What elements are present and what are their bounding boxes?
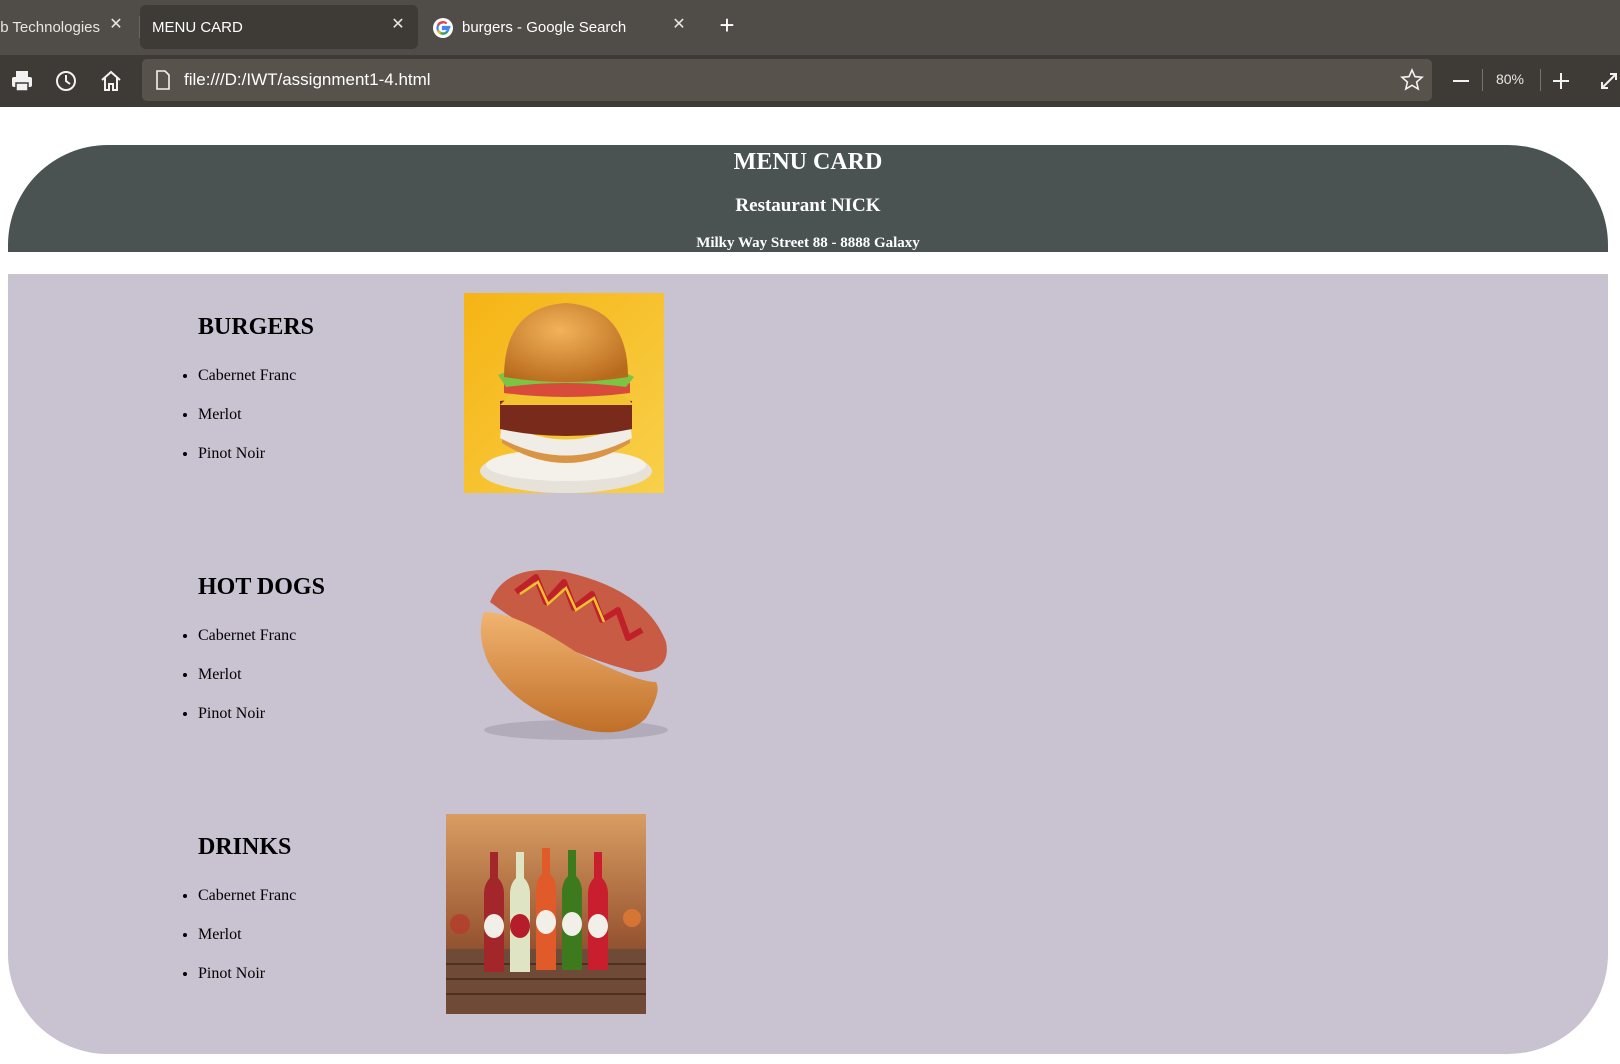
home-icon[interactable]: [98, 68, 124, 94]
list-item: Pinot Noir: [198, 444, 296, 483]
tab-label: Web Technologies: [0, 19, 100, 36]
restaurant-address: Milky Way Street 88 - 8888 Galaxy: [696, 235, 920, 251]
list-item: Cabernet Franc: [198, 626, 296, 665]
zoom-divider: [1482, 69, 1483, 91]
page-viewport: MENU CARD Restaurant NICK Milky Way Stre…: [0, 107, 1620, 1054]
tab-web-technologies[interactable]: Web Technologies ✕: [0, 0, 138, 55]
list-item: Merlot: [198, 665, 296, 704]
close-icon[interactable]: ✕: [108, 17, 124, 33]
fullscreen-icon[interactable]: [1596, 68, 1620, 94]
page-icon: [156, 70, 170, 90]
close-icon[interactable]: ✕: [671, 17, 687, 33]
menu-body: BURGERS Cabernet Franc Merlot Pinot Noir: [8, 274, 1608, 1054]
drinks-photo: [446, 814, 646, 1014]
zoom-level[interactable]: 80%: [1490, 71, 1530, 87]
url-text[interactable]: file:///D:/IWT/assignment1-4.html: [184, 70, 431, 90]
list-item: Pinot Noir: [198, 964, 296, 1003]
zoom-out-icon[interactable]: [1448, 68, 1474, 94]
favorite-star-icon[interactable]: [1400, 68, 1424, 92]
tab-strip: Web Technologies ✕ MENU CARD ✕ burgers -…: [0, 0, 1620, 55]
section-burgers: BURGERS Cabernet Franc Merlot Pinot Noir: [8, 293, 708, 544]
list-item: Pinot Noir: [198, 704, 296, 743]
zoom-in-icon[interactable]: [1548, 68, 1574, 94]
print-icon[interactable]: [9, 68, 35, 94]
google-icon: [433, 18, 453, 38]
tab-label: burgers - Google Search: [462, 19, 627, 36]
section-heading: HOT DOGS: [198, 574, 325, 600]
section-drinks: DRINKS Cabernet Franc Merlot Pinot Noir: [8, 814, 708, 1064]
list-item: Merlot: [198, 925, 296, 964]
burger-photo: [464, 293, 664, 493]
zoom-divider: [1540, 69, 1541, 91]
section-heading: BURGERS: [198, 314, 315, 340]
list-item: Merlot: [198, 405, 296, 444]
tab-menu-card[interactable]: MENU CARD ✕: [140, 5, 418, 49]
close-icon[interactable]: ✕: [390, 17, 406, 33]
restaurant-name: Restaurant NICK: [735, 195, 881, 216]
list-item: Cabernet Franc: [198, 366, 296, 405]
hotdog-photo: [480, 570, 668, 740]
item-list: Cabernet Franc Merlot Pinot Noir: [158, 626, 296, 743]
address-bar[interactable]: file:///D:/IWT/assignment1-4.html: [142, 59, 1432, 101]
tab-google-search[interactable]: burgers - Google Search ✕: [425, 0, 705, 55]
page-title: MENU CARD: [733, 149, 883, 175]
item-list: Cabernet Franc Merlot Pinot Noir: [158, 366, 296, 483]
menu-header: MENU CARD Restaurant NICK Milky Way Stre…: [8, 145, 1608, 252]
section-heading: DRINKS: [198, 834, 292, 860]
section-hotdogs: HOT DOGS Cabernet Franc Merlot Pinot Noi…: [8, 570, 708, 804]
list-item: Cabernet Franc: [198, 886, 296, 925]
browser-toolbar: file:///D:/IWT/assignment1-4.html 80%: [0, 55, 1620, 107]
new-tab-button[interactable]: +: [716, 12, 738, 38]
tab-label: MENU CARD: [152, 19, 243, 36]
item-list: Cabernet Franc Merlot Pinot Noir: [158, 886, 296, 1003]
history-icon[interactable]: [53, 68, 79, 94]
